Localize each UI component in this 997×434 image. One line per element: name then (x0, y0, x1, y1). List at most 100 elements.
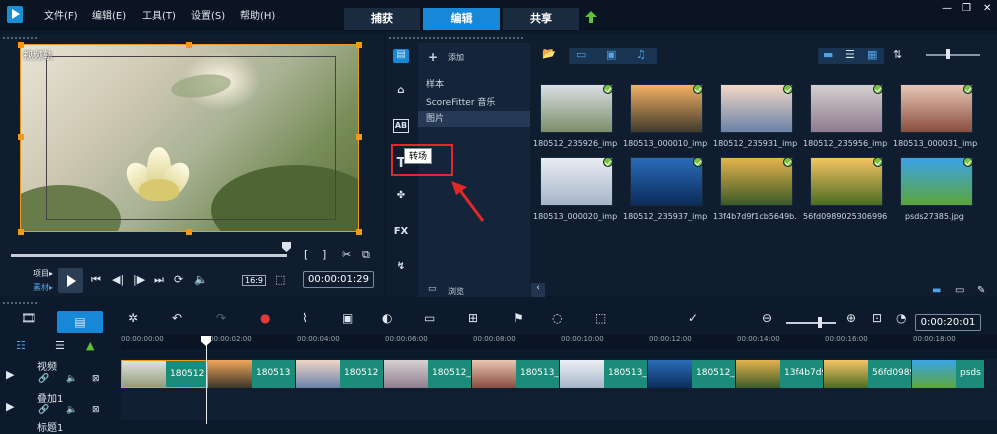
project-duration[interactable]: 0:00:20:01 (915, 314, 981, 331)
path-icon[interactable]: ↯ (393, 261, 409, 275)
link-icon[interactable]: 🔗 (38, 374, 49, 384)
mode-project[interactable]: 项目▸ (33, 268, 53, 279)
mute-icon[interactable]: 🔈 (66, 405, 77, 415)
media-thumbnail[interactable] (900, 84, 973, 133)
media-thumbnail[interactable] (720, 84, 793, 133)
overlay-track[interactable] (121, 391, 997, 420)
timeline-clip[interactable]: 180512 (121, 360, 208, 388)
playhead-line[interactable] (206, 337, 207, 424)
tab-share[interactable]: 共享 (503, 8, 579, 30)
edit-icon[interactable]: ✎ (977, 285, 985, 296)
timeline-ruler[interactable]: 00:00:00:00 00:00:02:00 00:00:04:00 00:0… (121, 335, 997, 349)
folder-sample[interactable]: 样本 (426, 77, 444, 90)
audio-mixer-icon[interactable]: ⌇ (302, 311, 308, 333)
list-view-icon[interactable]: ☰ (845, 48, 855, 61)
time-remap-icon[interactable]: ⚑ (513, 311, 524, 333)
timeline-clip[interactable]: 180513_0 (560, 360, 648, 388)
media-thumbnail[interactable] (630, 84, 703, 133)
media-thumbnail[interactable] (900, 157, 973, 206)
collapse-arrow-icon[interactable]: ‹ (531, 283, 545, 297)
resize-handle[interactable] (186, 42, 192, 48)
play-button[interactable] (58, 268, 83, 293)
zoom-out-icon[interactable]: ⊖ (762, 311, 772, 333)
resize-handle[interactable] (356, 42, 362, 48)
split-scissors-icon[interactable]: ✂ (342, 248, 351, 261)
add-folder-icon[interactable]: + (428, 50, 438, 64)
repeat-icon[interactable]: ⟳ (174, 273, 183, 286)
panel-grip[interactable] (2, 301, 38, 305)
chapter-icon[interactable]: ☰ (55, 339, 65, 352)
mark-in-icon[interactable]: [ (304, 248, 308, 261)
show-video-icon[interactable]: ▭ (576, 48, 586, 61)
menu-help[interactable]: 帮助(H) (240, 7, 275, 22)
storyboard-icon[interactable]: ▬ (932, 285, 941, 296)
redo-icon[interactable]: ↷ (216, 311, 226, 333)
scrub-bar[interactable] (11, 254, 287, 257)
zoom-knob[interactable] (818, 317, 822, 328)
ripple-icon[interactable]: ⊠ (92, 405, 100, 415)
ripple-icon[interactable]: ⊠ (92, 374, 100, 384)
menu-file[interactable]: 文件(F) (44, 7, 78, 22)
link-icon[interactable]: 🔗 (38, 405, 49, 415)
crop-timeline-icon[interactable]: ⬚ (595, 311, 606, 333)
timeline-view-icon[interactable]: ▤ (57, 311, 103, 333)
filter-icon[interactable]: FX (393, 226, 409, 240)
close-icon[interactable]: ✕ (983, 3, 991, 14)
tab-capture[interactable]: 捕获 (344, 8, 420, 30)
pan-zoom-icon[interactable]: ◌ (552, 311, 562, 333)
aspect-ratio-button[interactable]: 16:9 (242, 275, 266, 286)
transition-icon[interactable]: AB (393, 119, 409, 133)
timeline-clip[interactable]: 13f4b7d9 (736, 360, 824, 388)
menu-settings[interactable]: 设置(S) (191, 7, 225, 22)
zoom-slider[interactable] (786, 322, 836, 324)
add-folder-button[interactable]: 添加 (448, 52, 464, 63)
record-icon[interactable]: ● (260, 311, 270, 333)
thumb-size-slider[interactable] (926, 54, 980, 56)
media-thumbnail[interactable] (540, 84, 613, 133)
timeline-clip[interactable]: psds (912, 360, 985, 388)
storyboard-view-icon[interactable]: 🎞 (21, 311, 36, 333)
next-frame-icon[interactable]: |▶ (133, 273, 145, 286)
grid-view-icon[interactable]: ▦ (867, 48, 877, 61)
toolbar-tools-icon[interactable]: ✲ (128, 311, 138, 333)
import-folder-icon[interactable]: 📂 (542, 47, 556, 60)
media-thumbnail[interactable] (810, 157, 883, 206)
enlarge-icon[interactable]: ⧉ (362, 248, 370, 262)
fit-project-icon[interactable]: ⊡ (872, 311, 882, 333)
go-start-icon[interactable]: ⏮ (91, 273, 101, 287)
timeline-clip[interactable]: 180513_0 (472, 360, 560, 388)
go-end-icon[interactable]: ⏭ (154, 273, 164, 287)
panel-grip[interactable] (388, 36, 524, 40)
mask-icon[interactable]: ◐ (382, 311, 392, 333)
instant-project-icon[interactable]: ⌂ (393, 85, 409, 99)
browse-button[interactable]: 浏览 (448, 286, 464, 297)
media-library-icon[interactable]: ▤ (393, 49, 409, 63)
thumbnail-view-icon[interactable]: ▬ (823, 48, 833, 61)
mode-clip[interactable]: 素材▸ (33, 282, 53, 293)
upload-icon[interactable] (585, 11, 597, 23)
subtitle-icon[interactable]: ▭ (424, 311, 435, 333)
motion-tracking-icon[interactable]: ▣ (342, 311, 353, 333)
thumb-size-knob[interactable] (946, 49, 950, 59)
resize-handle[interactable] (18, 134, 24, 140)
add-marker-icon[interactable]: ▲ (86, 339, 94, 352)
folder-pictures[interactable]: 图片 (418, 111, 530, 127)
multicam-icon[interactable]: ⊞ (468, 311, 478, 333)
media-thumbnail[interactable] (810, 84, 883, 133)
clock-icon[interactable]: ◔ (896, 311, 906, 333)
preview-window[interactable]: 视频轨 (20, 44, 359, 232)
auto-music-icon[interactable]: ✓ (688, 311, 698, 333)
media-thumbnail[interactable] (540, 157, 613, 206)
undo-icon[interactable]: ↶ (172, 311, 182, 333)
player-timecode[interactable]: 00:00:01:29 (303, 271, 374, 288)
timeline-clip[interactable]: 180512_2 (384, 360, 472, 388)
zoom-in-icon[interactable]: ⊕ (846, 311, 856, 333)
sort-icon[interactable]: ⇅ (893, 48, 902, 61)
resize-handle[interactable] (18, 229, 24, 235)
resize-handle[interactable] (356, 229, 362, 235)
volume-icon[interactable]: 🔈 (194, 273, 208, 286)
timeline-clip[interactable]: 180512 (296, 360, 384, 388)
panel-grip[interactable] (2, 36, 38, 40)
media-thumbnail[interactable] (630, 157, 703, 206)
restore-icon[interactable]: ❐ (962, 3, 971, 14)
